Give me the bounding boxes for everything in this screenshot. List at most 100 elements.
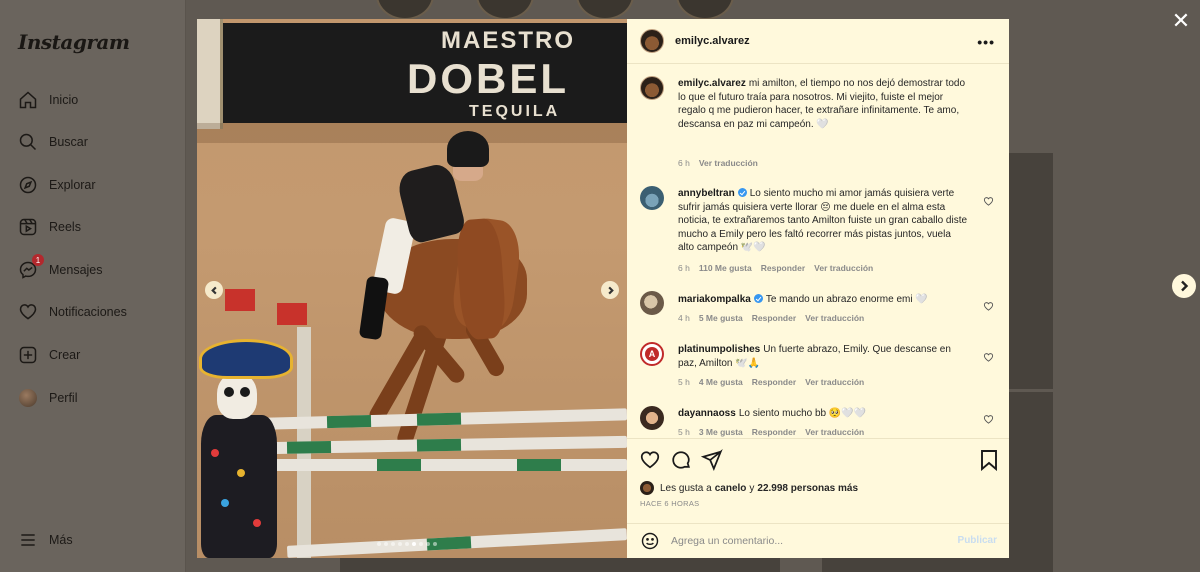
carousel-dot	[405, 542, 409, 546]
post-owner-username[interactable]: emilyc.alvarez	[675, 35, 750, 47]
banner-shadow	[197, 123, 627, 143]
comment-username[interactable]: mariakompalka	[678, 294, 751, 305]
sidebar-item-profile[interactable]: Perfil	[18, 386, 77, 410]
sidebar-item-notifications[interactable]: Notificaciones	[18, 300, 127, 324]
comment-input[interactable]	[671, 535, 941, 547]
story-avatar[interactable]	[376, 0, 434, 20]
comment-likes[interactable]: 5 Me gusta	[699, 313, 743, 323]
likes-prefix: Les gusta a	[660, 482, 712, 494]
sidebar-item-create[interactable]: Crear	[18, 343, 80, 367]
sidebar-item-search[interactable]: Buscar	[18, 130, 88, 154]
avatar[interactable]	[640, 481, 654, 495]
likes-count[interactable]: 22.998 personas más	[757, 483, 858, 494]
avatar[interactable]	[640, 76, 664, 100]
like-comment-heart-icon[interactable]	[983, 299, 994, 311]
comments-list[interactable]: emilyc.alvarez mi amilton, el tiempo no n…	[627, 64, 1009, 438]
comment-body: Lo siento mucho bb 🥺🤍🤍	[738, 408, 867, 419]
comment-meta: 5 h 3 Me gusta Responder Ver traducción	[678, 427, 864, 437]
translate-link[interactable]: Ver traducción	[805, 427, 864, 437]
next-post-button[interactable]	[1172, 274, 1196, 298]
publish-button[interactable]: Publicar	[958, 535, 997, 546]
story-avatar[interactable]	[476, 0, 534, 20]
arena-barrier	[197, 19, 223, 129]
comment-meta: 6 h 110 Me gusta Responder Ver traducció…	[678, 263, 873, 273]
comment-text: dayannaoss Lo siento mucho bb 🥺🤍🤍	[678, 407, 968, 421]
rider-helmet	[447, 131, 489, 167]
translate-link[interactable]: Ver traducción	[814, 263, 873, 273]
instagram-logo[interactable]: Instagram	[18, 30, 130, 54]
post-header: emilyc.alvarez •••	[627, 19, 1009, 64]
close-icon[interactable]: ✕	[1170, 10, 1192, 32]
sidebar-item-reels[interactable]: Reels	[18, 215, 81, 239]
sidebar-item-label: Perfil	[49, 391, 78, 405]
comment-likes[interactable]: 110 Me gusta	[699, 263, 752, 273]
avatar[interactable]	[640, 291, 664, 315]
sidebar-item-more[interactable]: Más	[18, 528, 73, 552]
avatar[interactable]: A	[640, 342, 664, 366]
avatar[interactable]	[640, 406, 664, 430]
sidebar-item-messages[interactable]: 1 Mensajes	[18, 254, 103, 282]
comment-username[interactable]: annybeltran	[678, 188, 735, 199]
like-comment-heart-icon[interactable]	[983, 350, 994, 362]
reply-link[interactable]: Responder	[752, 377, 796, 387]
chevron-right-icon	[1181, 280, 1189, 292]
caption-time: 6 h	[678, 158, 690, 168]
comment-username[interactable]: dayannaoss	[678, 408, 736, 419]
reply-link[interactable]: Responder	[752, 427, 796, 437]
post-modal: MAESTRO DOBEL TEQUILA emilyc.alvarez •••…	[197, 19, 1009, 558]
comment-likes[interactable]: 3 Me gusta	[699, 427, 743, 437]
carousel-dot	[412, 542, 416, 546]
more-options-icon[interactable]: •••	[977, 34, 995, 50]
sidebar-item-label: Más	[49, 533, 73, 547]
share-paper-plane-icon[interactable]	[700, 448, 723, 471]
comment-bubble-icon[interactable]	[670, 449, 692, 471]
catrina-figure	[197, 329, 293, 558]
comment-time: 4 h	[678, 313, 690, 323]
jump-flag	[277, 303, 307, 325]
hamburger-icon	[18, 530, 38, 550]
likes-user[interactable]: canelo	[715, 483, 747, 494]
like-comment-heart-icon[interactable]	[983, 194, 994, 206]
like-comment-heart-icon[interactable]	[983, 412, 994, 424]
sidebar-item-label: Inicio	[49, 93, 79, 107]
sidebar-item-label: Buscar	[49, 135, 88, 149]
translate-link[interactable]: Ver traducción	[805, 313, 864, 323]
comment-username[interactable]: platinumpolishes	[678, 344, 760, 355]
next-slide-button[interactable]	[601, 281, 619, 299]
notification-badge: 1	[32, 254, 44, 266]
translate-link[interactable]: Ver traducción	[699, 158, 758, 168]
caption-username[interactable]: emilyc.alvarez	[678, 78, 746, 89]
emoji-icon[interactable]	[640, 531, 660, 551]
comment-text: mariakompalka Te mando un abrazo enorme e…	[678, 293, 968, 307]
save-bookmark-icon[interactable]	[979, 449, 999, 472]
story-avatar[interactable]	[576, 0, 634, 20]
banner-text: TEQUILA	[469, 103, 561, 120]
translate-link[interactable]: Ver traducción	[805, 377, 864, 387]
sidebar-item-explore[interactable]: Explorar	[18, 173, 96, 197]
carousel-dot	[377, 542, 381, 546]
story-avatar[interactable]	[676, 0, 734, 20]
avatar[interactable]	[640, 186, 664, 210]
search-icon	[18, 132, 38, 152]
reply-link[interactable]: Responder	[752, 313, 796, 323]
add-comment-bar: Publicar	[627, 523, 1009, 558]
comment-body: Te mando un abrazo enorme emi 🤍	[765, 294, 928, 305]
sidebar-item-label: Reels	[49, 220, 81, 234]
comment-likes[interactable]: 4 Me gusta	[699, 377, 743, 387]
sidebar-item-label: Notificaciones	[49, 305, 127, 319]
like-heart-icon[interactable]	[639, 449, 661, 471]
compass-icon	[18, 175, 38, 195]
avatar[interactable]	[640, 29, 664, 53]
chevron-left-icon	[210, 286, 217, 294]
banner-text: DOBEL	[407, 55, 569, 102]
prev-slide-button[interactable]	[205, 281, 223, 299]
carousel-dot	[426, 542, 430, 546]
feed-image	[340, 556, 780, 572]
messenger-icon: 1	[18, 254, 44, 280]
sidebar-item-home[interactable]: Inicio	[18, 88, 78, 112]
carousel-indicator	[377, 542, 437, 546]
reply-link[interactable]: Responder	[761, 263, 805, 273]
jump-flag	[225, 289, 255, 311]
post-media[interactable]: MAESTRO DOBEL TEQUILA	[197, 19, 627, 558]
post-actions	[627, 438, 1009, 480]
